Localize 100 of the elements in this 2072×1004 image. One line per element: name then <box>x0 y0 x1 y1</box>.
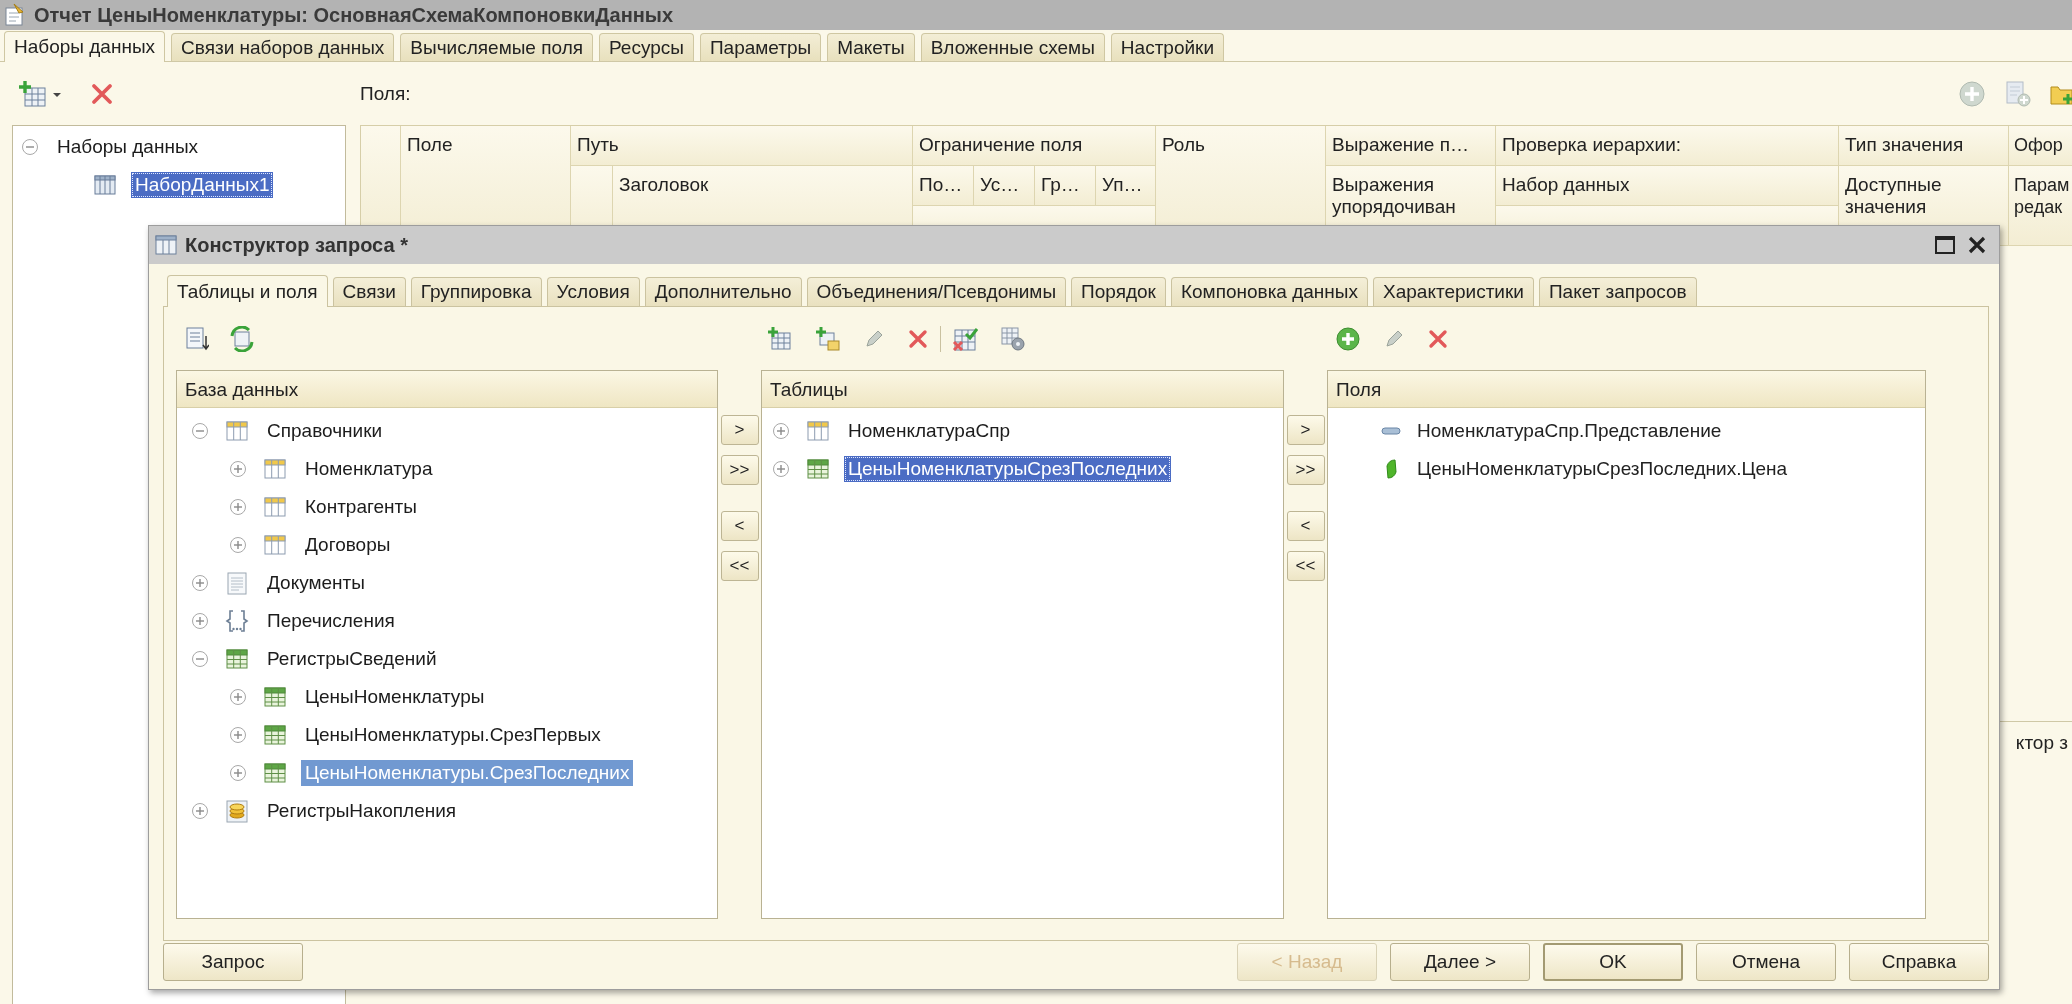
tree-item[interactable]: ЦеныНоменклатуры <box>301 684 489 710</box>
panel-title: ктор з <box>2015 732 2068 754</box>
column-header: Набор данных <box>1496 166 1839 206</box>
tree-item[interactable]: Контрагенты <box>301 494 421 520</box>
tab[interactable]: Условия <box>546 277 640 306</box>
move-button[interactable]: < <box>720 511 759 541</box>
expand-icon[interactable] <box>772 422 790 440</box>
tree-item[interactable]: Справочники <box>263 418 387 444</box>
register-table-icon <box>263 761 287 785</box>
tab[interactable]: Ресурсы <box>599 33 694 61</box>
delete-icon[interactable] <box>1427 327 1449 350</box>
add-icon[interactable] <box>1958 79 1986 108</box>
tree-item[interactable]: НоменклатураСпр <box>844 418 1015 444</box>
document-add-icon[interactable] <box>2004 79 2032 108</box>
field-item[interactable]: НоменклатураСпр.Представление <box>1417 420 1722 442</box>
collapse-icon[interactable] <box>21 138 39 156</box>
expand-icon[interactable] <box>229 460 247 478</box>
tab[interactable]: Связи наборов данных <box>171 33 395 61</box>
column-header: База данных <box>177 371 717 408</box>
catalog-icon <box>263 457 287 481</box>
move-button[interactable]: >> <box>720 455 759 485</box>
add-nested-table-icon[interactable] <box>815 325 841 352</box>
report-icon <box>4 3 26 27</box>
tab[interactable]: Объединения/Псевдонимы <box>806 277 1067 306</box>
register-table-icon <box>806 457 830 481</box>
window-title: Отчет ЦеныНоменклатуры: ОсновнаяСхемаКомпоновкиДанных <box>34 3 674 27</box>
tab[interactable]: Макеты <box>827 33 915 61</box>
dialog-button[interactable]: Справка <box>1849 943 1989 981</box>
catalog-icon <box>263 495 287 519</box>
dialog-button[interactable]: OK <box>1543 943 1683 981</box>
catalog-icon <box>225 419 249 443</box>
register-table-icon <box>263 685 287 709</box>
column-header: По… <box>913 166 974 206</box>
tree-item[interactable]: Номенклатура <box>301 456 437 482</box>
table-check-cross-icon[interactable] <box>952 325 978 352</box>
collapse-icon[interactable] <box>191 422 209 440</box>
expand-icon[interactable] <box>191 802 209 820</box>
move-button[interactable]: << <box>720 551 759 581</box>
document-icon <box>225 571 249 595</box>
expand-icon[interactable] <box>229 726 247 744</box>
move-button[interactable]: > <box>1286 415 1325 445</box>
delete-icon[interactable] <box>907 327 929 350</box>
dialog-button[interactable]: Далее > <box>1390 943 1530 981</box>
catalog-icon <box>263 533 287 557</box>
tab[interactable]: Группировка <box>410 277 542 306</box>
add-table-icon[interactable] <box>767 325 793 352</box>
tree-item[interactable]: ЦеныНоменклатурыСрезПоследних <box>844 456 1172 482</box>
expand-icon[interactable] <box>229 536 247 554</box>
coins-icon <box>225 799 249 823</box>
tree-item[interactable]: РегистрыНакопления <box>263 798 461 824</box>
tree-item[interactable]: Перечисления <box>263 608 399 634</box>
tab[interactable]: Вычисляемые поля <box>400 33 594 61</box>
column-header: Гр… <box>1035 166 1096 206</box>
move-button[interactable]: < <box>1286 511 1325 541</box>
delete-icon[interactable] <box>90 81 114 106</box>
field-item[interactable]: ЦеныНоменклатурыСрезПоследних.Цена <box>1417 458 1788 480</box>
tab[interactable]: Характеристики <box>1373 277 1534 306</box>
dialog-button[interactable]: Запрос <box>163 943 303 981</box>
tree-item[interactable]: Наборы данных <box>53 134 203 160</box>
form-icon <box>155 234 177 256</box>
tree-item[interactable]: НаборДанных1 <box>131 172 274 198</box>
catalog-icon <box>806 419 830 443</box>
expand-icon[interactable] <box>229 764 247 782</box>
braces-icon <box>225 609 249 633</box>
expand-icon[interactable] <box>229 688 247 706</box>
expand-icon[interactable] <box>191 612 209 630</box>
column-header: Поля <box>1328 371 1925 408</box>
expand-icon[interactable] <box>191 574 209 592</box>
expand-icon[interactable] <box>772 460 790 478</box>
add-icon[interactable] <box>1335 325 1361 352</box>
column-header: Таблицы <box>762 371 1283 408</box>
column-header: Путь <box>571 126 913 166</box>
tab[interactable]: Порядок <box>1071 277 1166 306</box>
refresh-icon[interactable] <box>229 325 255 352</box>
tree-item[interactable]: ЦеныНоменклатуры.СрезПервых <box>301 722 605 748</box>
tab[interactable]: Пакет запросов <box>1538 277 1697 306</box>
expand-icon[interactable] <box>229 498 247 516</box>
tree-item[interactable]: РегистрыСведений <box>263 646 441 672</box>
tab[interactable]: Компоновка данных <box>1170 277 1368 306</box>
collapse-icon[interactable] <box>191 650 209 668</box>
tab[interactable]: Связи <box>332 277 406 306</box>
tab[interactable]: Вложенные схемы <box>920 33 1105 61</box>
tab[interactable]: Дополнительно <box>644 277 802 306</box>
dialog-button[interactable]: Отмена <box>1696 943 1836 981</box>
column-header: Уп… <box>1096 166 1156 206</box>
tree-item[interactable]: Договоры <box>301 532 395 558</box>
move-button[interactable]: >> <box>1286 455 1325 485</box>
move-button[interactable]: << <box>1286 551 1325 581</box>
table-settings-icon[interactable] <box>1000 325 1026 352</box>
tree-item[interactable]: Документы <box>263 570 369 596</box>
tab[interactable]: Настройки <box>1110 33 1224 61</box>
move-button[interactable]: > <box>720 415 759 445</box>
section-label: Поля: <box>360 82 411 105</box>
column-header: Ограничение поля <box>913 126 1156 166</box>
maximize-icon[interactable] <box>1933 233 1957 257</box>
column-header: Выражение п… <box>1326 126 1496 166</box>
tab[interactable]: Наборы данных <box>4 31 166 62</box>
tab[interactable]: Таблицы и поля <box>167 275 328 307</box>
tab[interactable]: Параметры <box>699 33 822 61</box>
list-icon[interactable] <box>185 325 209 352</box>
